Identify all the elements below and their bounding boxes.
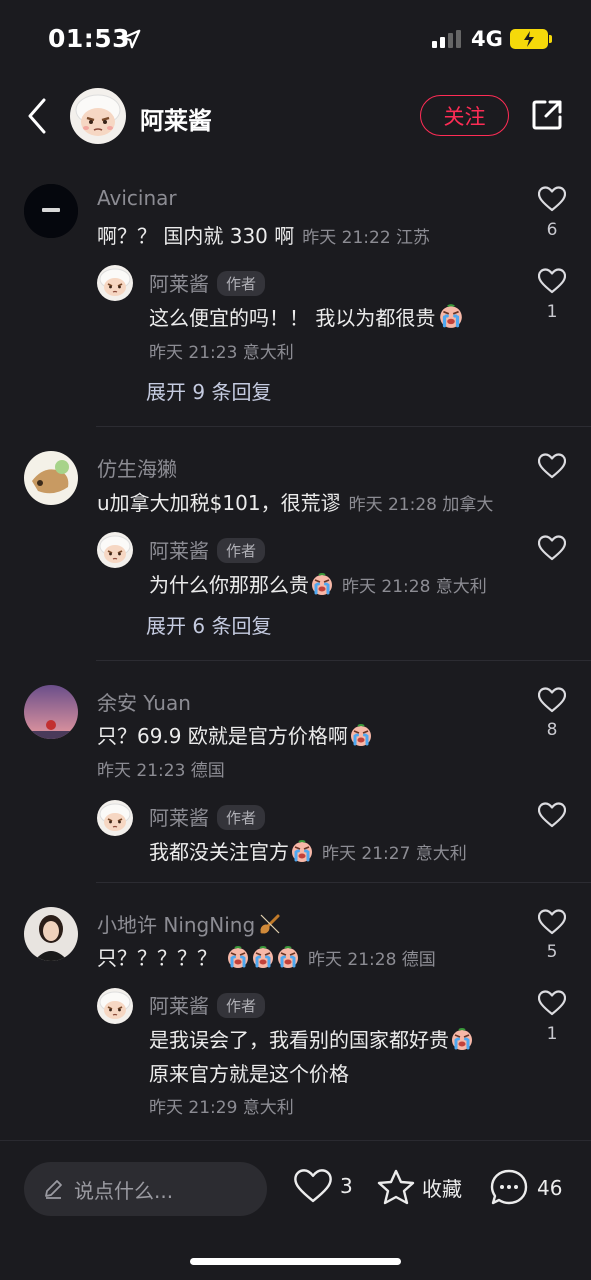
like-heart-icon[interactable] [538, 268, 566, 294]
comment-avatar[interactable] [24, 451, 78, 505]
divider [96, 426, 591, 427]
reply-text-line2[interactable]: 原来官方就是这个价格 [149, 1058, 349, 1087]
comment-text[interactable]: u加拿大加税$101，很荒谬 昨天 21:28 加拿大 [97, 487, 493, 516]
back-icon[interactable] [26, 96, 48, 136]
reply-text[interactable]: 这么便宜的吗！！ 我以为都很贵 [149, 302, 466, 331]
reply-text[interactable]: 是我误会了，我看别的国家都好贵 [149, 1024, 474, 1053]
crying-emoji-icon [251, 945, 275, 969]
crying-emoji-icon [290, 839, 314, 863]
reply-text[interactable]: 为什么你那那么贵 昨天 21:28 意大利 [149, 569, 487, 598]
comment-avatar[interactable] [24, 907, 78, 961]
author-tag: 作者 [217, 993, 266, 1018]
crying-emoji-icon [310, 572, 334, 596]
network-type: 4G [471, 27, 503, 51]
favorite-button[interactable]: 收藏 [376, 1168, 462, 1206]
like-count: 1 [546, 302, 558, 322]
header-avatar[interactable] [70, 88, 126, 144]
header-username[interactable]: 阿莱酱 [140, 101, 212, 136]
reply-meta: 昨天 21:23 意大利 [149, 343, 294, 363]
reply-text[interactable]: 我都没关注官方 昨天 21:27 意大利 [149, 836, 467, 865]
like-heart-icon[interactable] [538, 186, 566, 212]
star-icon [377, 1169, 415, 1205]
reply-meta: 昨天 21:29 意大利 [149, 1098, 294, 1118]
comment-meta: 昨天 21:23 德国 [97, 761, 225, 781]
expand-replies[interactable]: 展开 9 条回复 [146, 376, 271, 405]
comment-username[interactable]: 余安 Yuan [97, 687, 191, 716]
like-heart-icon[interactable] [538, 535, 566, 561]
author-tag: 作者 [217, 805, 266, 830]
crying-emoji-icon [438, 303, 465, 329]
comment-username[interactable]: 小地许 NingNing [97, 909, 283, 938]
reply-username[interactable]: 阿莱酱 作者 [149, 535, 266, 564]
crying-emoji-icon [450, 1027, 474, 1051]
expand-replies[interactable]: 展开 6 条回复 [146, 610, 271, 639]
crying-emoji-icon [226, 945, 250, 969]
like-heart-icon[interactable] [538, 990, 566, 1016]
pencil-icon [45, 1180, 62, 1199]
crying-emoji-icon [276, 945, 300, 969]
comment-username[interactable]: 仿生海獭 [97, 453, 177, 482]
like-heart-icon[interactable] [538, 453, 566, 479]
status-time: 01:53 [48, 24, 131, 53]
reply-avatar[interactable] [97, 265, 133, 301]
comment-avatar[interactable] [24, 685, 78, 739]
author-tag: 作者 [217, 538, 266, 563]
reply-username[interactable]: 阿莱酱 作者 [149, 268, 266, 297]
comment-total: 46 [537, 1176, 563, 1200]
reply-username[interactable]: 阿莱酱 作者 [149, 802, 266, 831]
author-tag: 作者 [217, 271, 266, 296]
signal-icon [432, 30, 461, 48]
like-count: 1 [546, 1024, 558, 1044]
comment-text[interactable]: 只？？？？？ 昨天 21:28 德国 [97, 942, 436, 971]
comment-input[interactable]: 说点什么... [24, 1162, 267, 1216]
divider [96, 882, 591, 883]
like-heart-icon[interactable] [538, 687, 566, 713]
divider [96, 660, 591, 661]
battery-icon [510, 29, 548, 49]
favorite-label: 收藏 [422, 1176, 462, 1201]
violin-icon [260, 914, 280, 934]
home-indicator[interactable] [190, 1258, 401, 1265]
heart-icon [294, 1169, 332, 1203]
like-count: 8 [546, 720, 558, 740]
like-total: 3 [340, 1174, 353, 1198]
reply-username[interactable]: 阿莱酱 作者 [149, 990, 266, 1019]
comment-input-placeholder: 说点什么... [74, 1178, 174, 1203]
comment-username[interactable]: Avicinar [97, 186, 177, 210]
battery-tip [549, 35, 552, 43]
crying-emoji-icon [349, 723, 373, 747]
location-arrow-icon [121, 29, 141, 49]
reply-avatar[interactable] [97, 532, 133, 568]
chat-bubble-icon [490, 1169, 528, 1205]
like-heart-icon[interactable] [538, 909, 566, 935]
reply-avatar[interactable] [97, 800, 133, 836]
share-icon[interactable] [530, 98, 564, 132]
like-count: 6 [546, 220, 558, 240]
comment-text[interactable]: 啊？？ 国内就 330 啊昨天 21:22 江苏 [97, 220, 430, 249]
like-button[interactable]: 3 [294, 1168, 353, 1204]
like-heart-icon[interactable] [538, 802, 566, 828]
like-count: 5 [546, 942, 558, 962]
reply-avatar[interactable] [97, 988, 133, 1024]
comment-button[interactable]: 46 [489, 1168, 562, 1208]
follow-button[interactable]: 关注 [420, 95, 509, 136]
comment-avatar[interactable] [24, 184, 78, 238]
comment-text[interactable]: 只？69.9 欧就是官方价格啊 [97, 720, 373, 749]
